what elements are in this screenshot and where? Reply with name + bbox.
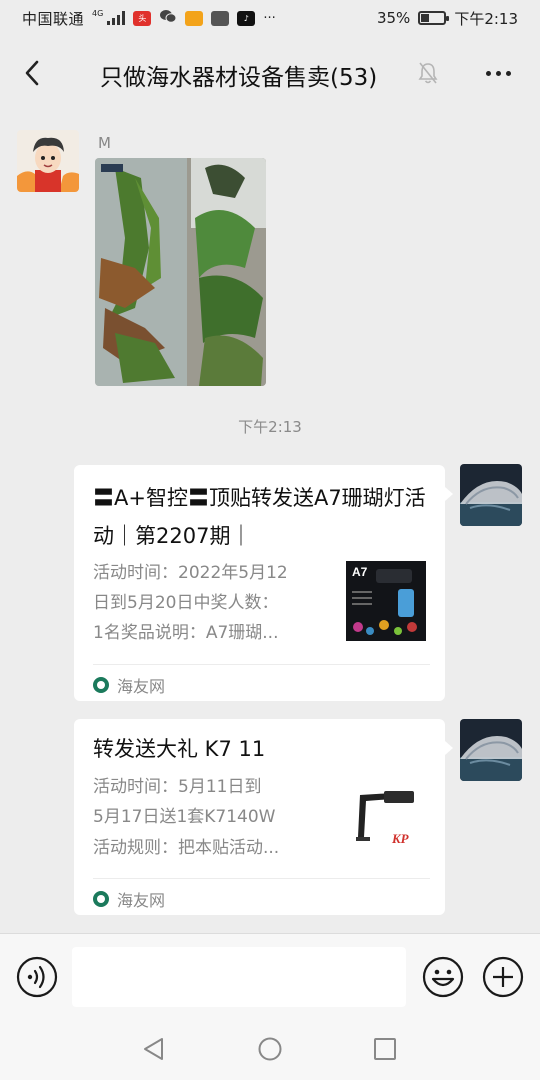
square-recents-icon: [374, 1038, 396, 1060]
card-title: 转发送大礼 K7 11: [93, 737, 266, 761]
card-title: 〓A+智控〓顶贴转发送A7珊瑚灯活动｜第2207期｜: [93, 486, 426, 548]
sender-name: M: [98, 134, 111, 152]
mute-bell-icon: [417, 61, 439, 89]
status-time: 下午2:13: [454, 9, 518, 28]
plus-circle-icon: [482, 956, 524, 998]
signal-icon: [107, 11, 126, 25]
more-dot-icon: [485, 70, 491, 76]
haiyou-logo-icon: [93, 677, 109, 693]
more-options-button[interactable]: [478, 60, 518, 86]
more-dot-icon: [505, 70, 511, 76]
chevron-left-icon: [25, 60, 39, 86]
toutiao-app-icon: 头: [133, 10, 152, 26]
system-nav-bar: [0, 1019, 540, 1080]
my-avatar[interactable]: [460, 719, 522, 781]
video-app-icon: [211, 10, 230, 26]
card-description-line: 活动时间：2022年5月12: [93, 563, 288, 583]
gallery-app-icon: [185, 10, 204, 26]
nav-home-button[interactable]: [258, 1037, 282, 1065]
tiktok-app-icon: ♪: [237, 10, 256, 26]
card-source-label: 海友网: [117, 891, 166, 910]
circle-home-icon: [258, 1037, 282, 1061]
card-divider: [93, 664, 430, 665]
back-button[interactable]: [16, 56, 48, 90]
emoji-button[interactable]: [422, 956, 464, 1002]
status-right: 35% 下午2:13: [377, 8, 518, 29]
photo-message[interactable]: [95, 158, 266, 386]
time-divider: 下午2:13: [238, 418, 302, 436]
status-bar: 中国联通 4G 头 ♪ ··· 35% 下午2:13: [0, 0, 540, 36]
nav-recents-button[interactable]: [373, 1037, 397, 1065]
message-input[interactable]: [72, 947, 406, 1007]
card-thumbnail: A7: [346, 561, 426, 641]
shared-link-card-1[interactable]: 〓A+智控〓顶贴转发送A7珊瑚灯活动｜第2207期｜ 活动时间：2022年5月1…: [74, 465, 453, 701]
card-description-line: 活动规则：把本贴活动...: [93, 838, 280, 858]
battery-percent: 35%: [376, 9, 411, 27]
nav-back-button[interactable]: [142, 1037, 166, 1065]
voice-icon: [16, 956, 58, 998]
chat-header: 只做海水器材设备售卖(53): [0, 36, 540, 110]
sender-avatar[interactable]: [17, 130, 79, 192]
voice-input-button[interactable]: [16, 956, 58, 1002]
chat-input-bar: [0, 933, 540, 1019]
wechat-app-icon: [159, 9, 177, 28]
thumbnail-label: KP: [392, 831, 409, 846]
battery-icon: [418, 11, 450, 25]
card-thumbnail: KP: [346, 775, 426, 855]
triangle-back-icon: [144, 1038, 163, 1060]
card-description-line: 1名奖品说明：A7珊瑚...: [93, 623, 279, 643]
haiyou-logo-icon: [93, 891, 109, 907]
more-functions-button[interactable]: [482, 956, 524, 1002]
card-description-line: 日到5月20日中奖人数：: [93, 593, 279, 613]
status-left: 中国联通 4G 头 ♪ ···: [22, 8, 276, 29]
network-type: 4G: [92, 8, 104, 18]
my-avatar[interactable]: [460, 464, 522, 526]
more-notifications-icon: ···: [263, 10, 276, 26]
emoji-icon: [422, 956, 464, 998]
card-source: 海友网: [93, 887, 165, 911]
card-description-line: 活动时间：5月11日到: [93, 777, 262, 797]
carrier-label: 中国联通: [22, 9, 85, 28]
card-source-label: 海友网: [117, 677, 166, 696]
chat-title: 只做海水器材设备售卖(53): [100, 65, 378, 91]
card-description-line: 5月17日送1套K7140W: [93, 807, 276, 827]
shared-link-card-2[interactable]: 转发送大礼 K7 11 活动时间：5月11日到 5月17日送1套K7140W 活…: [74, 719, 453, 915]
more-dot-icon: [495, 70, 501, 76]
thumbnail-label: A7: [352, 565, 368, 579]
card-divider: [93, 878, 430, 879]
card-source: 海友网: [93, 673, 165, 697]
